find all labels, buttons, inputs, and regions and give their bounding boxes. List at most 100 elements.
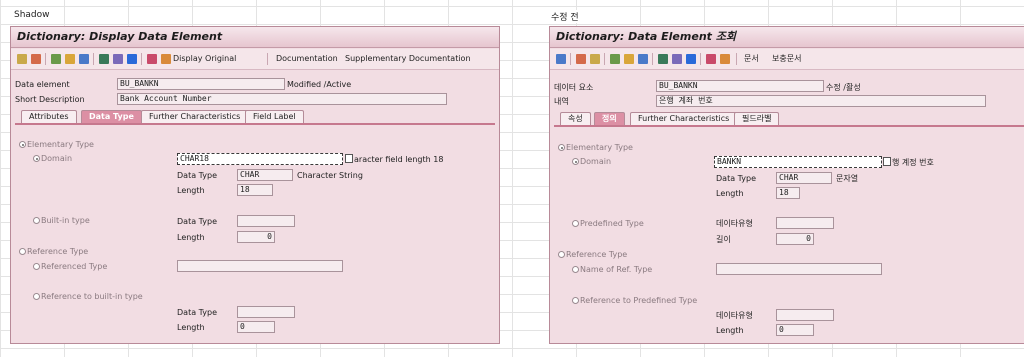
display-list-icon[interactable] [113, 54, 123, 64]
hierarchy-icon[interactable] [658, 54, 668, 64]
info-icon[interactable] [686, 54, 696, 64]
data-type-field[interactable]: CHAR [237, 169, 293, 181]
reference-builtin-radio[interactable] [33, 293, 40, 300]
ref-predefined-data-type-field[interactable] [776, 309, 834, 321]
ref-predefined-length-field[interactable]: 0 [776, 324, 814, 336]
domain-radio[interactable] [572, 158, 579, 165]
elementary-type-label: Elementary Type [27, 140, 94, 149]
ref-builtin-data-type-field[interactable] [237, 306, 295, 318]
other-object-icon[interactable] [17, 54, 27, 64]
referenced-type-field[interactable] [177, 260, 343, 272]
tab-definition[interactable]: 정의 [594, 112, 625, 125]
reference-type-radio[interactable] [19, 248, 26, 255]
short-description-field[interactable]: Bank Account Number [117, 93, 447, 105]
tab-data-type[interactable]: Data Type [81, 110, 142, 123]
where-used-icon[interactable] [638, 54, 648, 64]
tab-attributes[interactable]: Attributes [21, 110, 77, 123]
supplementary-documentation-button[interactable]: 보충문서 [772, 54, 801, 64]
name-ref-type-label: Name of Ref. Type [580, 265, 653, 274]
name-ref-type-field[interactable] [716, 263, 882, 275]
tab-strip: 속성 정의 Further Characteristics 필드라벨 [554, 111, 1024, 127]
builtin-type-radio[interactable] [33, 217, 40, 224]
display-change-icon[interactable] [31, 54, 41, 64]
tab-field-label[interactable]: Field Label [245, 110, 304, 123]
caption-shadow: Shadow [12, 10, 52, 20]
short-description-label: Short Description [15, 95, 85, 104]
panel-shadow: Dictionary: Display Data Element Display… [10, 26, 500, 344]
object-list-icon[interactable] [706, 54, 716, 64]
tab-further-characteristics[interactable]: Further Characteristics [141, 110, 249, 123]
length-label: Length [716, 189, 744, 198]
length-field[interactable]: 18 [776, 187, 800, 199]
panel-before-change: Dictionary: Data Element 조회 문서 보충문서 데이터 … [549, 26, 1024, 344]
name-ref-type-radio[interactable] [572, 266, 579, 273]
builtin-length-label: Length [177, 233, 205, 242]
data-element-field[interactable]: BU_BANKN [656, 80, 824, 92]
elementary-type-label: Elementary Type [566, 143, 633, 152]
reference-type-radio[interactable] [558, 251, 565, 258]
display-original-icon[interactable] [720, 54, 730, 64]
predefined-data-type-label: 데이타유형 [716, 219, 753, 228]
ref-predefined-length-label: Length [716, 326, 744, 335]
domain-description: 행 계정 번호 [892, 158, 934, 167]
domain-field[interactable]: BANKN [714, 156, 882, 168]
elementary-type-radio[interactable] [19, 141, 26, 148]
reference-predefined-radio[interactable] [572, 297, 579, 304]
predefined-length-field[interactable]: 0 [776, 233, 814, 245]
window-title: Dictionary: Data Element 조회 [550, 27, 1024, 48]
builtin-length-field[interactable]: 0 [237, 231, 275, 243]
documentation-button[interactable]: Documentation [276, 54, 338, 64]
data-element-label: Data element [15, 80, 70, 89]
supplementary-documentation-button[interactable]: Supplementary Documentation [345, 54, 471, 64]
status-text: Modified /Active [287, 80, 352, 89]
data-type-field[interactable]: CHAR [776, 172, 832, 184]
value-help-icon[interactable] [345, 154, 353, 163]
length-field[interactable]: 18 [237, 184, 273, 196]
display-original-button[interactable]: Display Original [173, 54, 236, 64]
predefined-length-label: 길이 [716, 235, 731, 244]
tab-field-label[interactable]: 필드라벨 [734, 112, 780, 125]
length-label: Length [177, 186, 205, 195]
domain-radio[interactable] [33, 155, 40, 162]
predefined-data-type-field[interactable] [776, 217, 834, 229]
reference-type-label: Reference Type [27, 247, 89, 256]
info-icon[interactable] [127, 54, 137, 64]
tab-attributes[interactable]: 속성 [560, 112, 591, 125]
reference-builtin-label: Reference to built-in type [41, 292, 143, 301]
display-change-icon[interactable] [576, 54, 586, 64]
ref-builtin-data-type-label: Data Type [177, 308, 218, 317]
short-description-label: 내역 [554, 97, 569, 106]
check-icon[interactable] [590, 54, 600, 64]
data-type-description: Character String [297, 171, 363, 180]
ref-builtin-length-field[interactable]: 0 [237, 321, 275, 333]
status-text: 수정 /활성 [826, 83, 861, 92]
ref-builtin-length-label: Length [177, 323, 205, 332]
reference-type-label: Reference Type [566, 250, 628, 259]
documentation-button[interactable]: 문서 [744, 54, 759, 64]
activate-icon[interactable] [610, 54, 620, 64]
activate-pencil-icon[interactable] [65, 54, 75, 64]
domain-field[interactable]: CHAR18 [177, 153, 343, 165]
ref-predefined-data-type-label: 데이타유형 [716, 311, 753, 320]
check-icon[interactable] [51, 54, 61, 64]
builtin-data-type-field[interactable] [237, 215, 295, 227]
predefined-type-radio[interactable] [572, 220, 579, 227]
object-list-icon[interactable] [147, 54, 157, 64]
tab-further-characteristics[interactable]: Further Characteristics [630, 112, 738, 125]
application-toolbar: 문서 보충문서 [550, 49, 1024, 70]
where-used-icon[interactable] [79, 54, 89, 64]
builtin-data-type-label: Data Type [177, 217, 218, 226]
value-help-icon[interactable] [883, 157, 891, 166]
other-object-icon[interactable] [556, 54, 566, 64]
pencil-icon[interactable] [624, 54, 634, 64]
elementary-type-radio[interactable] [558, 144, 565, 151]
data-element-field[interactable]: BU_BANKN [117, 78, 285, 90]
display-original-icon[interactable] [161, 54, 171, 64]
referenced-type-radio[interactable] [33, 263, 40, 270]
display-list-icon[interactable] [672, 54, 682, 64]
hierarchy-icon[interactable] [99, 54, 109, 64]
data-type-label: Data Type [177, 171, 218, 180]
reference-predefined-label: Reference to Predefined Type [580, 296, 698, 305]
short-description-field[interactable]: 은행 계좌 번호 [656, 95, 986, 107]
data-type-label: Data Type [716, 174, 757, 183]
